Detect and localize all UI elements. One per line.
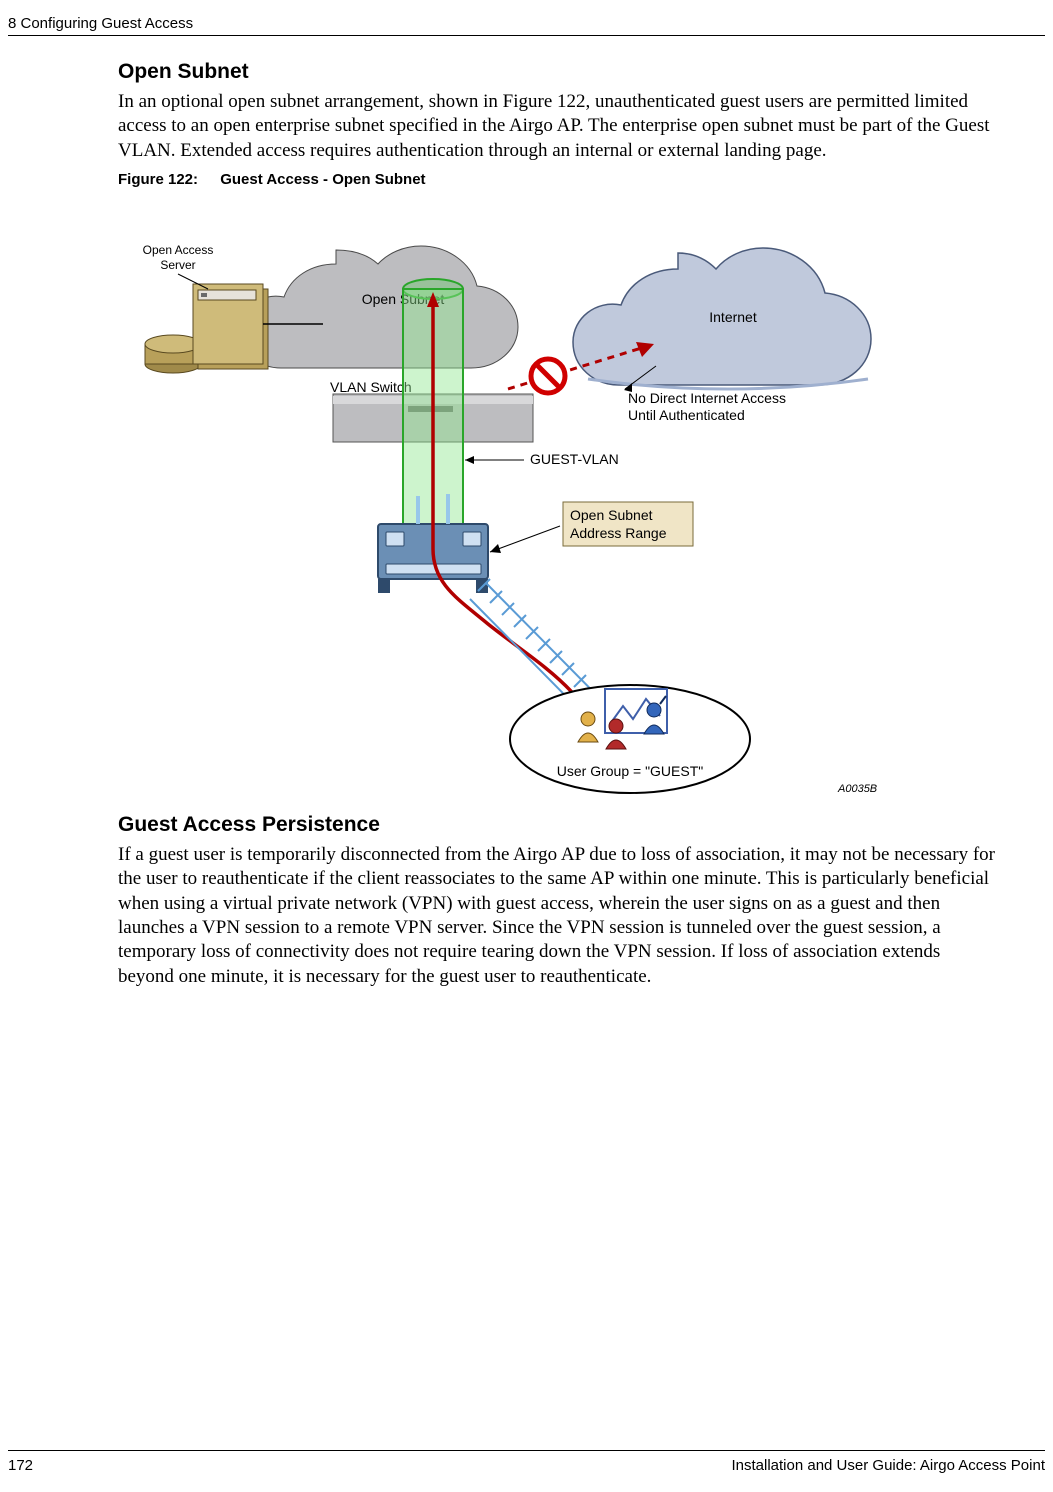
figure-lead: Figure 122: [118, 171, 198, 188]
figure-ref: A0035B [837, 783, 877, 795]
callout-line2: Address Range [570, 525, 667, 541]
figure-caption-row: Figure 122: Guest Access - Open Subnet [118, 171, 998, 188]
guest-vlan-text: GUEST-VLAN [530, 451, 619, 467]
guest-user-group: User Group = "GUEST" [510, 685, 750, 793]
internet-cloud: Internet [573, 248, 871, 389]
figure-caption-text: Guest Access - Open Subnet [220, 171, 425, 188]
server-label-line2: Server [160, 258, 195, 272]
user-group-label: User Group = "GUEST" [557, 763, 704, 779]
content-area: Open Subnet In an optional open subnet a… [118, 60, 998, 997]
guest-vlan-label: GUEST-VLAN [465, 451, 619, 467]
header-chapter: 8 Configuring Guest Access [8, 15, 193, 32]
page-footer: 172 Installation and User Guide: Airgo A… [8, 1450, 1045, 1474]
block-icon [531, 359, 565, 393]
section-body-persistence: If a guest user is temporarily disconnec… [118, 843, 998, 989]
internet-label: Internet [709, 309, 757, 325]
no-direct-line2: Until Authenticated [628, 407, 745, 423]
section-body-open-subnet: In an optional open subnet arrangement, … [118, 90, 998, 163]
footer-doc-title: Installation and User Guide: Airgo Acces… [731, 1457, 1045, 1474]
open-subnet-cloud: Open Subnet [240, 246, 518, 368]
figure-svg: Open Subnet Internet [118, 194, 998, 799]
callout-line1: Open Subnet [570, 507, 653, 523]
section-title-persistence: Guest Access Persistence [118, 813, 998, 837]
address-range-callout: Open Subnet Address Range [490, 502, 693, 553]
vlan-switch-label: VLAN Switch [330, 379, 412, 395]
server-label-line1: Open Access [143, 243, 214, 257]
figure-122: Open Subnet Internet [118, 194, 998, 799]
section-title-open-subnet: Open Subnet [118, 60, 998, 84]
page-number: 172 [8, 1457, 33, 1474]
no-direct-line1: No Direct Internet Access [628, 390, 786, 406]
page-header: 8 Configuring Guest Access [8, 15, 1045, 36]
